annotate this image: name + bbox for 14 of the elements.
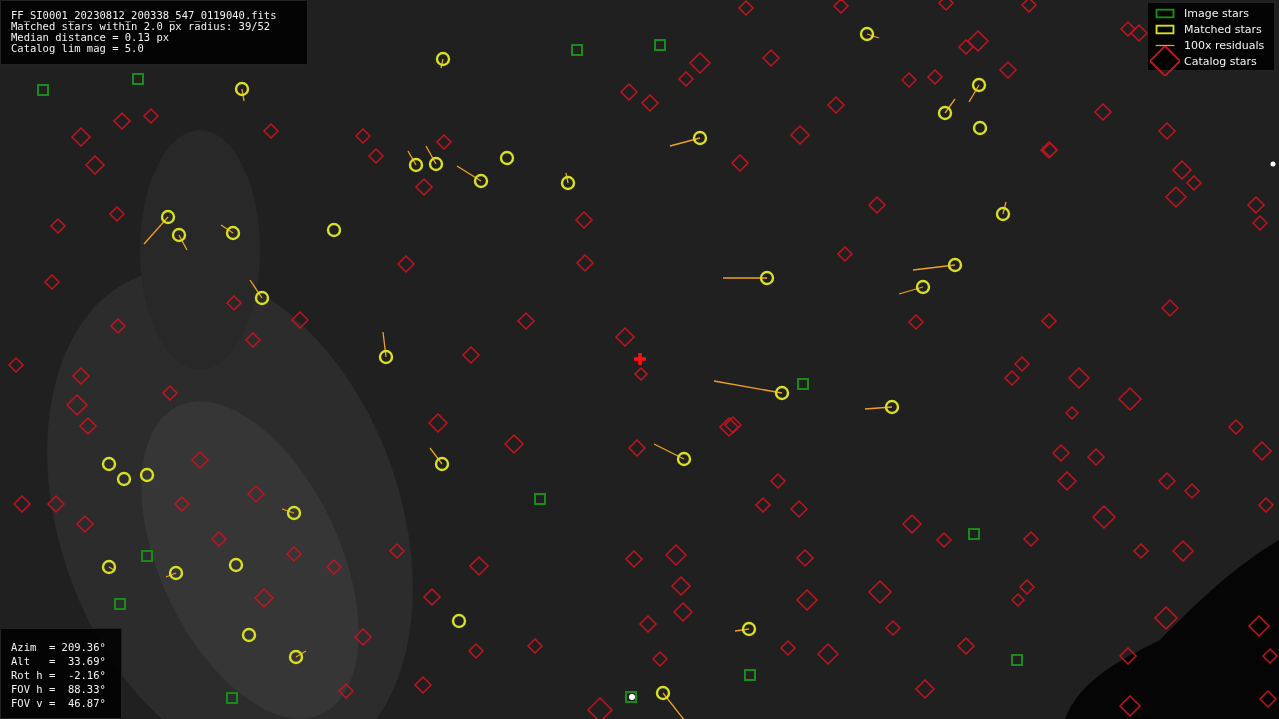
info-text: Matched stars within 2.0 px radius: 39/52 xyxy=(11,21,271,32)
info-text: Alt = 33.69° xyxy=(11,654,106,668)
info-text: Rot h = -2.16° xyxy=(11,668,106,682)
legend-label: Image stars xyxy=(1184,6,1249,20)
legend-label: Matched stars xyxy=(1184,22,1262,36)
info-text: Catalog lim mag = 5.0 xyxy=(11,43,144,54)
info-text: FF_SI0001_20230812_200338_547_0119040.fits xyxy=(11,10,277,21)
info-text: FOV v = 46.87° xyxy=(11,696,106,710)
info-text: FOV h = 88.33° xyxy=(11,682,106,696)
info-text: Azim = 209.36° xyxy=(11,640,106,654)
center-cross-icon xyxy=(632,351,648,367)
legend-label: Catalog stars xyxy=(1184,54,1257,68)
legend-label: 100x residuals xyxy=(1184,38,1265,52)
info-text: Median distance = 0.13 px xyxy=(11,32,170,43)
